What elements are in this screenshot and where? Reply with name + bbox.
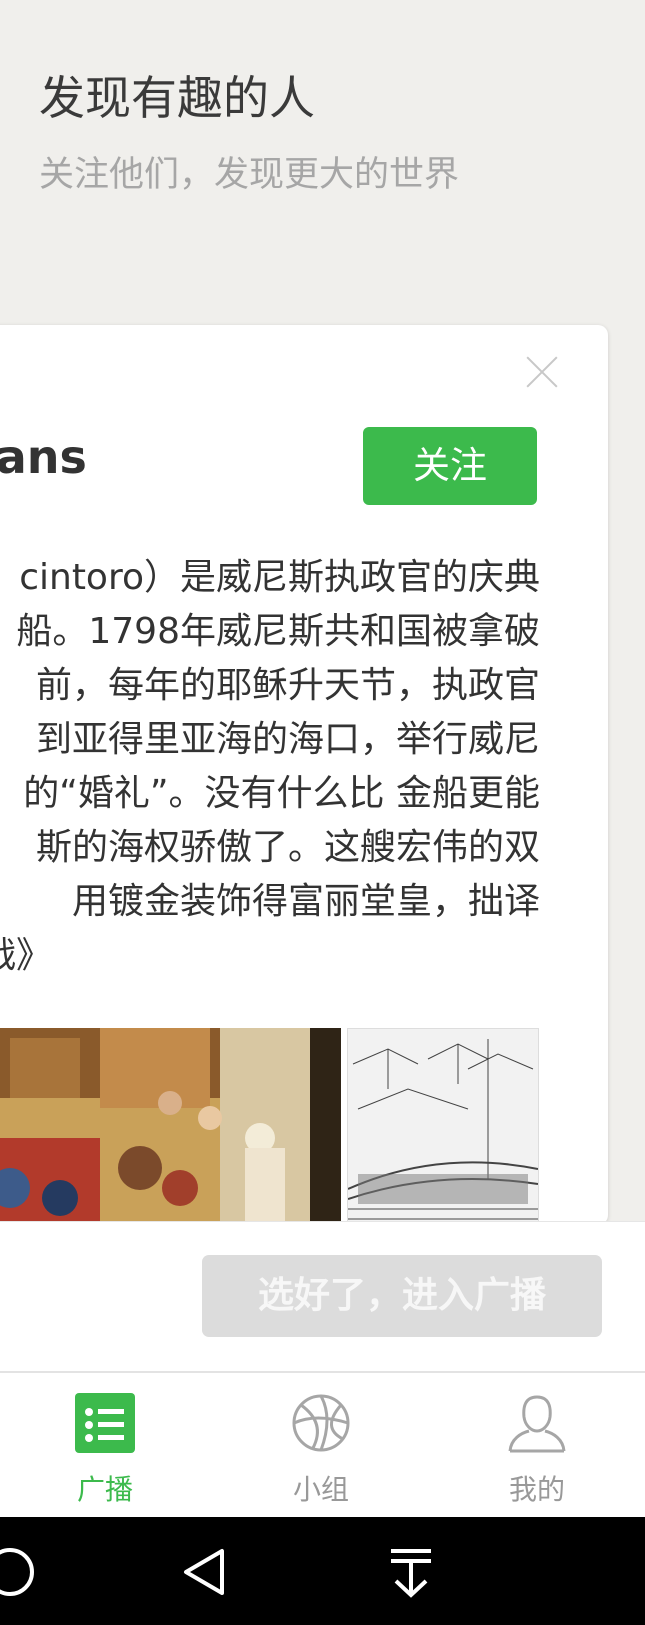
back-triangle-icon[interactable]	[172, 1537, 242, 1607]
tab-group[interactable]: 小组	[246, 1373, 396, 1519]
tab-label: 广播	[76, 1473, 133, 1506]
broadcast-list-icon	[75, 1393, 135, 1453]
description-line: 斯的海权骄傲了。这艘宏伟的双	[35, 827, 540, 868]
tab-bar: 广播 小组 我的	[0, 1371, 645, 1519]
tab-broadcast[interactable]: 广播	[30, 1373, 180, 1519]
tab-label: 小组	[292, 1473, 349, 1506]
profile-person-icon	[508, 1395, 566, 1453]
engraving-graphic	[348, 1029, 538, 1225]
description-line: 用镀金装饰得富丽堂皇，拙译	[71, 881, 540, 922]
tab-label: 我的	[508, 1473, 565, 1506]
description-line: 的“婚礼”。没有什么比 金船更能	[23, 773, 540, 814]
description-line: 到亚得里亚海的海口，举行威尼	[35, 719, 540, 760]
galley-engraving-image[interactable]	[347, 1028, 539, 1225]
circle-home-icon[interactable]	[0, 1537, 45, 1607]
page-title: 发现有趣的人	[39, 71, 315, 125]
bottom-action-area: 选好了，进入广播	[0, 1221, 645, 1372]
painting-image[interactable]	[0, 1028, 341, 1225]
account-description: cintoro）是威尼斯执政官的庆典 船。1798年威尼斯共和国被拿破 前，每年…	[0, 551, 540, 983]
system-nav-bar	[0, 1517, 645, 1625]
page-subtitle: 关注他们，发现更大的世界	[39, 155, 460, 195]
account-name: lans	[0, 430, 87, 484]
group-ball-icon	[292, 1394, 350, 1452]
description-line: 船。1798年威尼斯共和国被拿破	[16, 611, 540, 652]
header: 发现有趣的人 关注他们，发现更大的世界	[0, 0, 645, 300]
download-arrow-icon[interactable]	[376, 1537, 446, 1607]
description-line: 前，每年的耶稣升天节，执政官	[35, 665, 540, 706]
tab-mine[interactable]: 我的	[462, 1373, 612, 1519]
recommendation-card: lans 关注 cintoro）是威尼斯执政官的庆典 船。1798年威尼斯共和国…	[0, 325, 608, 1225]
follow-button[interactable]: 关注	[363, 427, 537, 505]
description-line: 战》	[0, 935, 53, 976]
close-icon[interactable]	[525, 355, 559, 389]
painting-graphic	[0, 1028, 341, 1225]
description-line: cintoro）是威尼斯执政官的庆典	[19, 557, 540, 598]
enter-broadcast-button[interactable]: 选好了，进入广播	[202, 1255, 602, 1337]
